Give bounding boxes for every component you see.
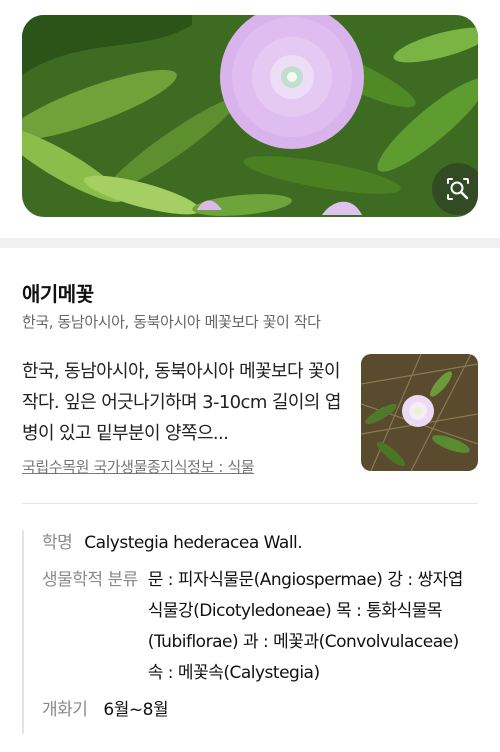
info-row-taxonomy: 생물학적 분류 문 : 피자식물문(Angiospermae) 강 : 쌍자엽식…	[42, 567, 492, 689]
plant-name: 애기메꽃	[22, 282, 94, 306]
hero-image[interactable]	[22, 15, 478, 217]
info-row-scientific-name: 학명 Calystegia hederacea Wall.	[42, 530, 492, 559]
plant-thumbnail[interactable]	[361, 354, 478, 471]
bloom-period-label: 개화기	[42, 700, 88, 720]
image-search-icon[interactable]	[432, 163, 478, 215]
plant-info-list: 학명 Calystegia hederacea Wall. 생물학적 분류 문 …	[22, 530, 492, 734]
content-divider	[22, 503, 478, 504]
plant-description[interactable]: 한국, 동남아시아, 동북아시아 메꽃보다 꽃이 작다. 잎은 어긋나기하며 3…	[22, 356, 347, 449]
scientific-name-label: 학명	[42, 533, 73, 553]
bloom-period-value: 6월~8월	[103, 700, 169, 720]
scientific-name-value: Calystegia hederacea Wall.	[84, 533, 303, 553]
info-row-bloom-period: 개화기 6월~8월	[42, 697, 492, 726]
section-divider	[0, 238, 500, 248]
flower-photo	[22, 15, 478, 217]
plant-summary: 한국, 동남아시아, 동북아시아 메꽃보다 꽃이 작다	[22, 313, 321, 331]
source-link[interactable]: 국립수목원 국가생물종지식정보 : 식물	[22, 456, 255, 477]
taxonomy-label: 생물학적 분류	[42, 570, 138, 590]
taxonomy-value: 문 : 피자식물문(Angiospermae) 강 : 쌍자엽식물강(Dicot…	[147, 570, 464, 683]
